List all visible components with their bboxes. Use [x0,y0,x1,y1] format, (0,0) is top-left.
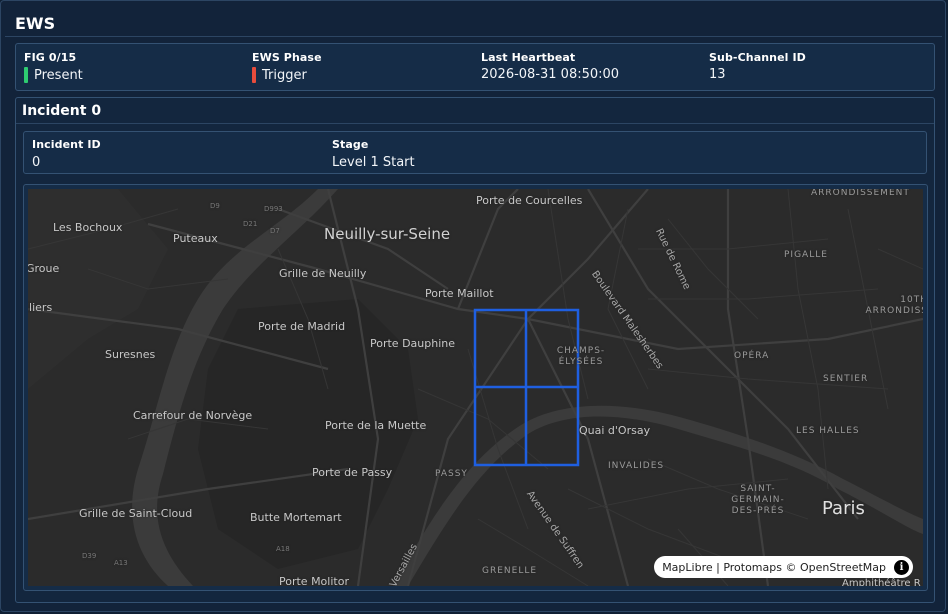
label-porte-madrid: Porte de Madrid [258,320,346,333]
subchannel-value: 13 [709,67,726,82]
app-frame: EWS FIG 0/15 Present EWS Phase Trigger L… [0,0,946,612]
fig-field: FIG 0/15 Present [24,51,83,83]
label-invalides: INVALIDES [608,461,665,471]
label-10th-arrondissement: 10TH ARRONDISS [865,295,924,316]
label-porte-courcelles: Porte de Courcelles [476,194,583,207]
label-pigalle: PIGALLE [784,250,828,260]
subchannel-field: Sub-Channel ID 13 [709,51,806,82]
stage-field: Stage Level 1 Start [332,138,415,170]
status-indicator-red [252,67,256,83]
label-champs-elysees: CHAMPS-ÉLYSÉES [556,346,606,367]
label-quai-orsay: Quai d'Orsay [579,424,651,437]
label-grille-neuilly: Grille de Neuilly [279,267,367,280]
incident-title: Incident 0 [22,103,102,119]
map-base-layer [28,189,923,586]
label-saint-germain: SAINT-GERMAIN-DES-PRÉS [731,484,785,516]
label-road-d9: D9 [210,202,220,210]
label-grille-saint-cloud: Grille de Saint-Cloud [79,507,193,520]
label-groue: Groue [28,262,60,275]
label-arrondissement: ARRONDISSEMENT [811,189,910,198]
label-porte-dauphine: Porte Dauphine [370,337,456,350]
incident-info-panel: Incident ID 0 Stage Level 1 Start [23,131,927,174]
label-grenelle: GRENELLE [482,566,538,576]
incident-id-field: Incident ID 0 [32,138,101,170]
label-road-a13: A13 [114,559,128,567]
ews-phase-value-text: Trigger [262,67,307,83]
label-porte-passy: Porte de Passy [312,466,393,479]
label-road-d21: D21 [243,220,258,228]
ews-phase-label: EWS Phase [252,51,322,64]
label-passy: PASSY [435,469,468,479]
ews-title: EWS [15,14,56,33]
label-puteaux: Puteaux [173,232,218,245]
heartbeat-field: Last Heartbeat 2026-08-31 08:50:00 [481,51,619,82]
incident-grid [473,308,580,467]
label-butte-mortemart: Butte Mortemart [250,511,342,524]
info-icon[interactable]: i [894,559,909,575]
map-container: Porte de Courcelles ARRONDISSEMENT Les B… [23,184,928,591]
stage-label: Stage [332,138,369,151]
incident-id-label: Incident ID [32,138,101,151]
label-les-bochoux: Les Bochoux [53,221,123,234]
incident-panel: Incident 0 Incident ID 0 Stage Level 1 S… [15,97,935,603]
status-indicator-green [24,67,28,83]
label-road-a18: A18 [276,545,290,553]
stage-value: Level 1 Start [332,155,415,170]
label-les-halles: LES HALLES [796,426,860,436]
subchannel-label: Sub-Channel ID [709,51,806,64]
map-attribution[interactable]: MapLibre | Protomaps © OpenStreetMap i [654,556,913,578]
heartbeat-value: 2026-08-31 08:50:00 [481,67,620,82]
label-porte-molitor: Porte Molitor [279,575,349,586]
label-road-d993: D993 [264,205,283,213]
label-paris: Paris [822,498,865,519]
ews-phase-value: Trigger [252,67,322,83]
fig-label: FIG 0/15 [24,51,77,64]
heartbeat-label: Last Heartbeat [481,51,576,64]
label-suresnes: Suresnes [105,348,156,361]
fig-value: Present [24,67,83,83]
label-porte-maillot: Porte Maillot [425,287,494,300]
incident-id-value: 0 [32,155,41,170]
label-neuilly: Neuilly-sur-Seine [324,225,451,243]
label-road-d7: D7 [270,227,280,235]
label-carrefour-norvege: Carrefour de Norvège [133,409,253,422]
fig-value-text: Present [34,67,83,83]
attribution-text[interactable]: MapLibre | Protomaps © OpenStreetMap [662,561,886,574]
label-road-d39: D39 [82,552,97,560]
ews-info-panel: FIG 0/15 Present EWS Phase Trigger Last … [15,43,935,91]
incident-header [16,98,934,124]
map-canvas[interactable]: Porte de Courcelles ARRONDISSEMENT Les B… [28,189,923,586]
label-amphitheatre: Amphithéâtre R [842,578,921,586]
ews-header [5,10,942,37]
ews-phase-field: EWS Phase Trigger [252,51,322,83]
label-sentier: SENTIER [823,374,869,384]
label-lliers: lliers [28,301,53,314]
label-porte-muette: Porte de la Muette [325,419,427,432]
label-opera: OPÉRA [734,351,770,361]
